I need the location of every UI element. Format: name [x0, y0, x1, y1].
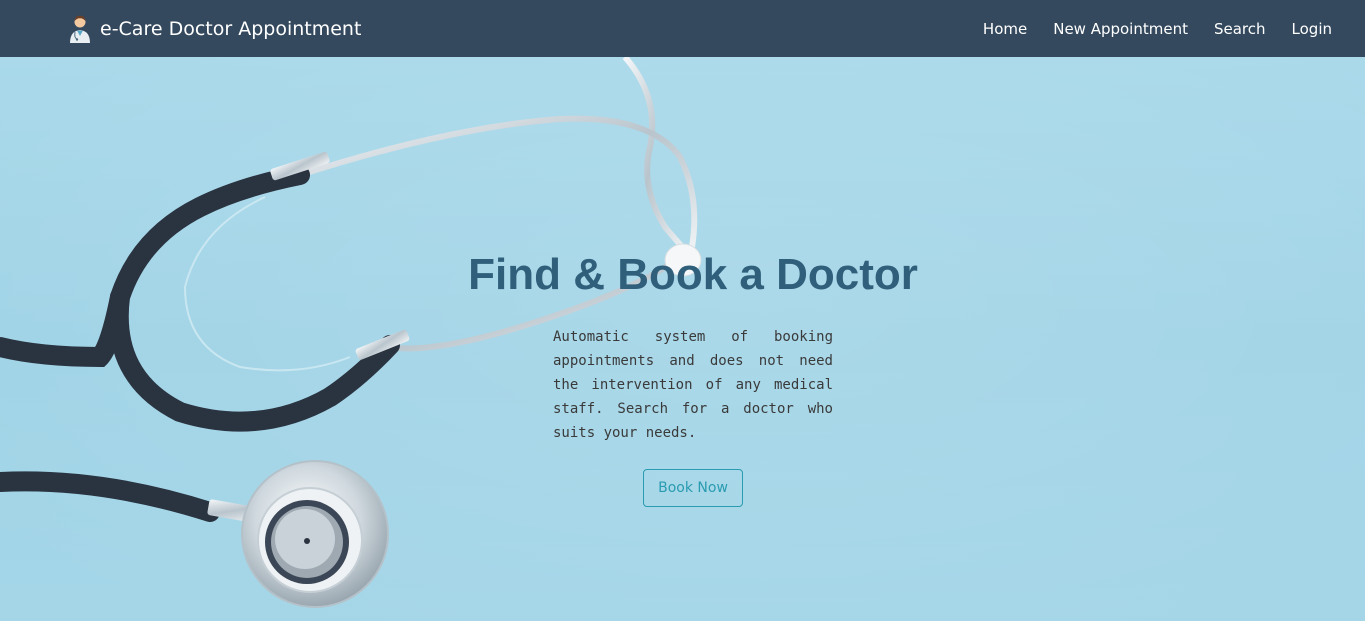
hero-description: Automatic system of booking appointments… [553, 329, 833, 441]
nav-link-search[interactable]: Search [1214, 20, 1266, 38]
doctor-avatar-icon [68, 14, 92, 44]
hero-title: Find & Book a Doctor [468, 250, 918, 299]
book-now-button[interactable]: Book Now [643, 469, 743, 507]
nav-links: Home New Appointment Search Login [957, 0, 1332, 57]
nav-link-home[interactable]: Home [983, 20, 1027, 38]
hero-section: Find & Book a Doctor Automatic system of… [0, 57, 1365, 621]
brand-link[interactable]: e-Care Doctor Appointment [68, 0, 361, 57]
nav-link-new-appointment[interactable]: New Appointment [1053, 20, 1188, 38]
nav-link-login[interactable]: Login [1292, 20, 1332, 38]
top-navbar: e-Care Doctor Appointment Home New Appoi… [0, 0, 1365, 57]
brand-title: e-Care Doctor Appointment [100, 17, 362, 40]
